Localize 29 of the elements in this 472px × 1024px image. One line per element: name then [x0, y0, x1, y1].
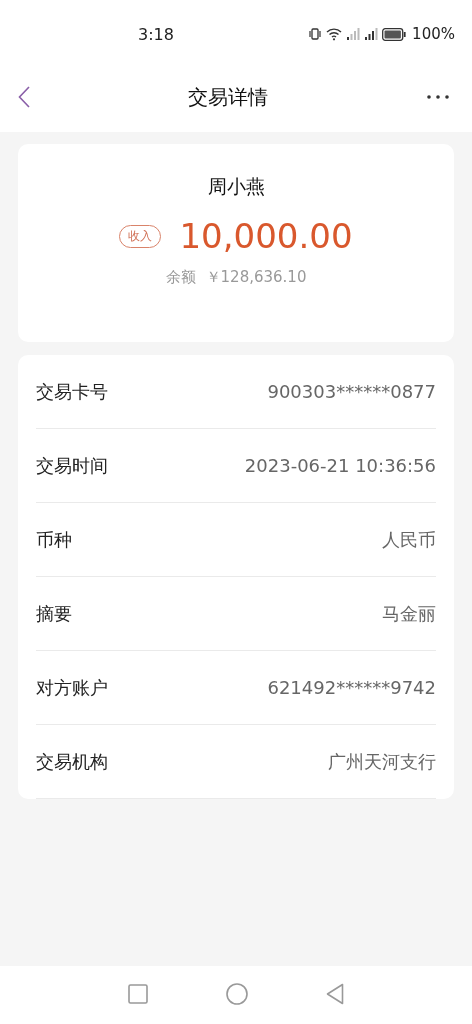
status-time: 3:18	[138, 24, 174, 44]
detail-value: 900303******0877	[267, 381, 436, 402]
detail-label: 摘要	[36, 601, 72, 626]
battery-level: 100%	[412, 25, 455, 43]
recents-icon[interactable]	[128, 984, 148, 1004]
balance-label: 余额	[165, 268, 196, 287]
detail-label: 交易卡号	[36, 379, 108, 404]
detail-value: 621492******9742	[267, 677, 436, 698]
detail-value: 2023-06-21 10:36:56	[244, 455, 436, 476]
detail-label: 对方账户	[36, 675, 108, 700]
detail-label: 交易机构	[36, 749, 108, 774]
payer-name: 周小燕	[207, 174, 265, 199]
detail-label: 交易时间	[36, 453, 108, 478]
back-icon[interactable]	[326, 983, 344, 1005]
amount: 10,000.00	[179, 216, 353, 256]
battery-icon	[382, 27, 407, 41]
detail-value: 马金丽	[382, 601, 436, 626]
detail-value: 广州天河支行	[328, 749, 436, 774]
vibrate-icon	[308, 27, 323, 41]
page-title: 交易详情	[188, 83, 268, 111]
more-button[interactable]	[426, 94, 450, 100]
home-icon[interactable]	[226, 983, 248, 1005]
detail-value: 人民币	[382, 527, 436, 552]
detail-label: 币种	[36, 527, 72, 552]
signal-icon	[364, 27, 379, 41]
wifi-icon	[326, 27, 343, 41]
back-button[interactable]	[18, 86, 30, 108]
signal-icon	[346, 27, 361, 41]
balance-value: ￥128,636.10	[205, 268, 307, 287]
